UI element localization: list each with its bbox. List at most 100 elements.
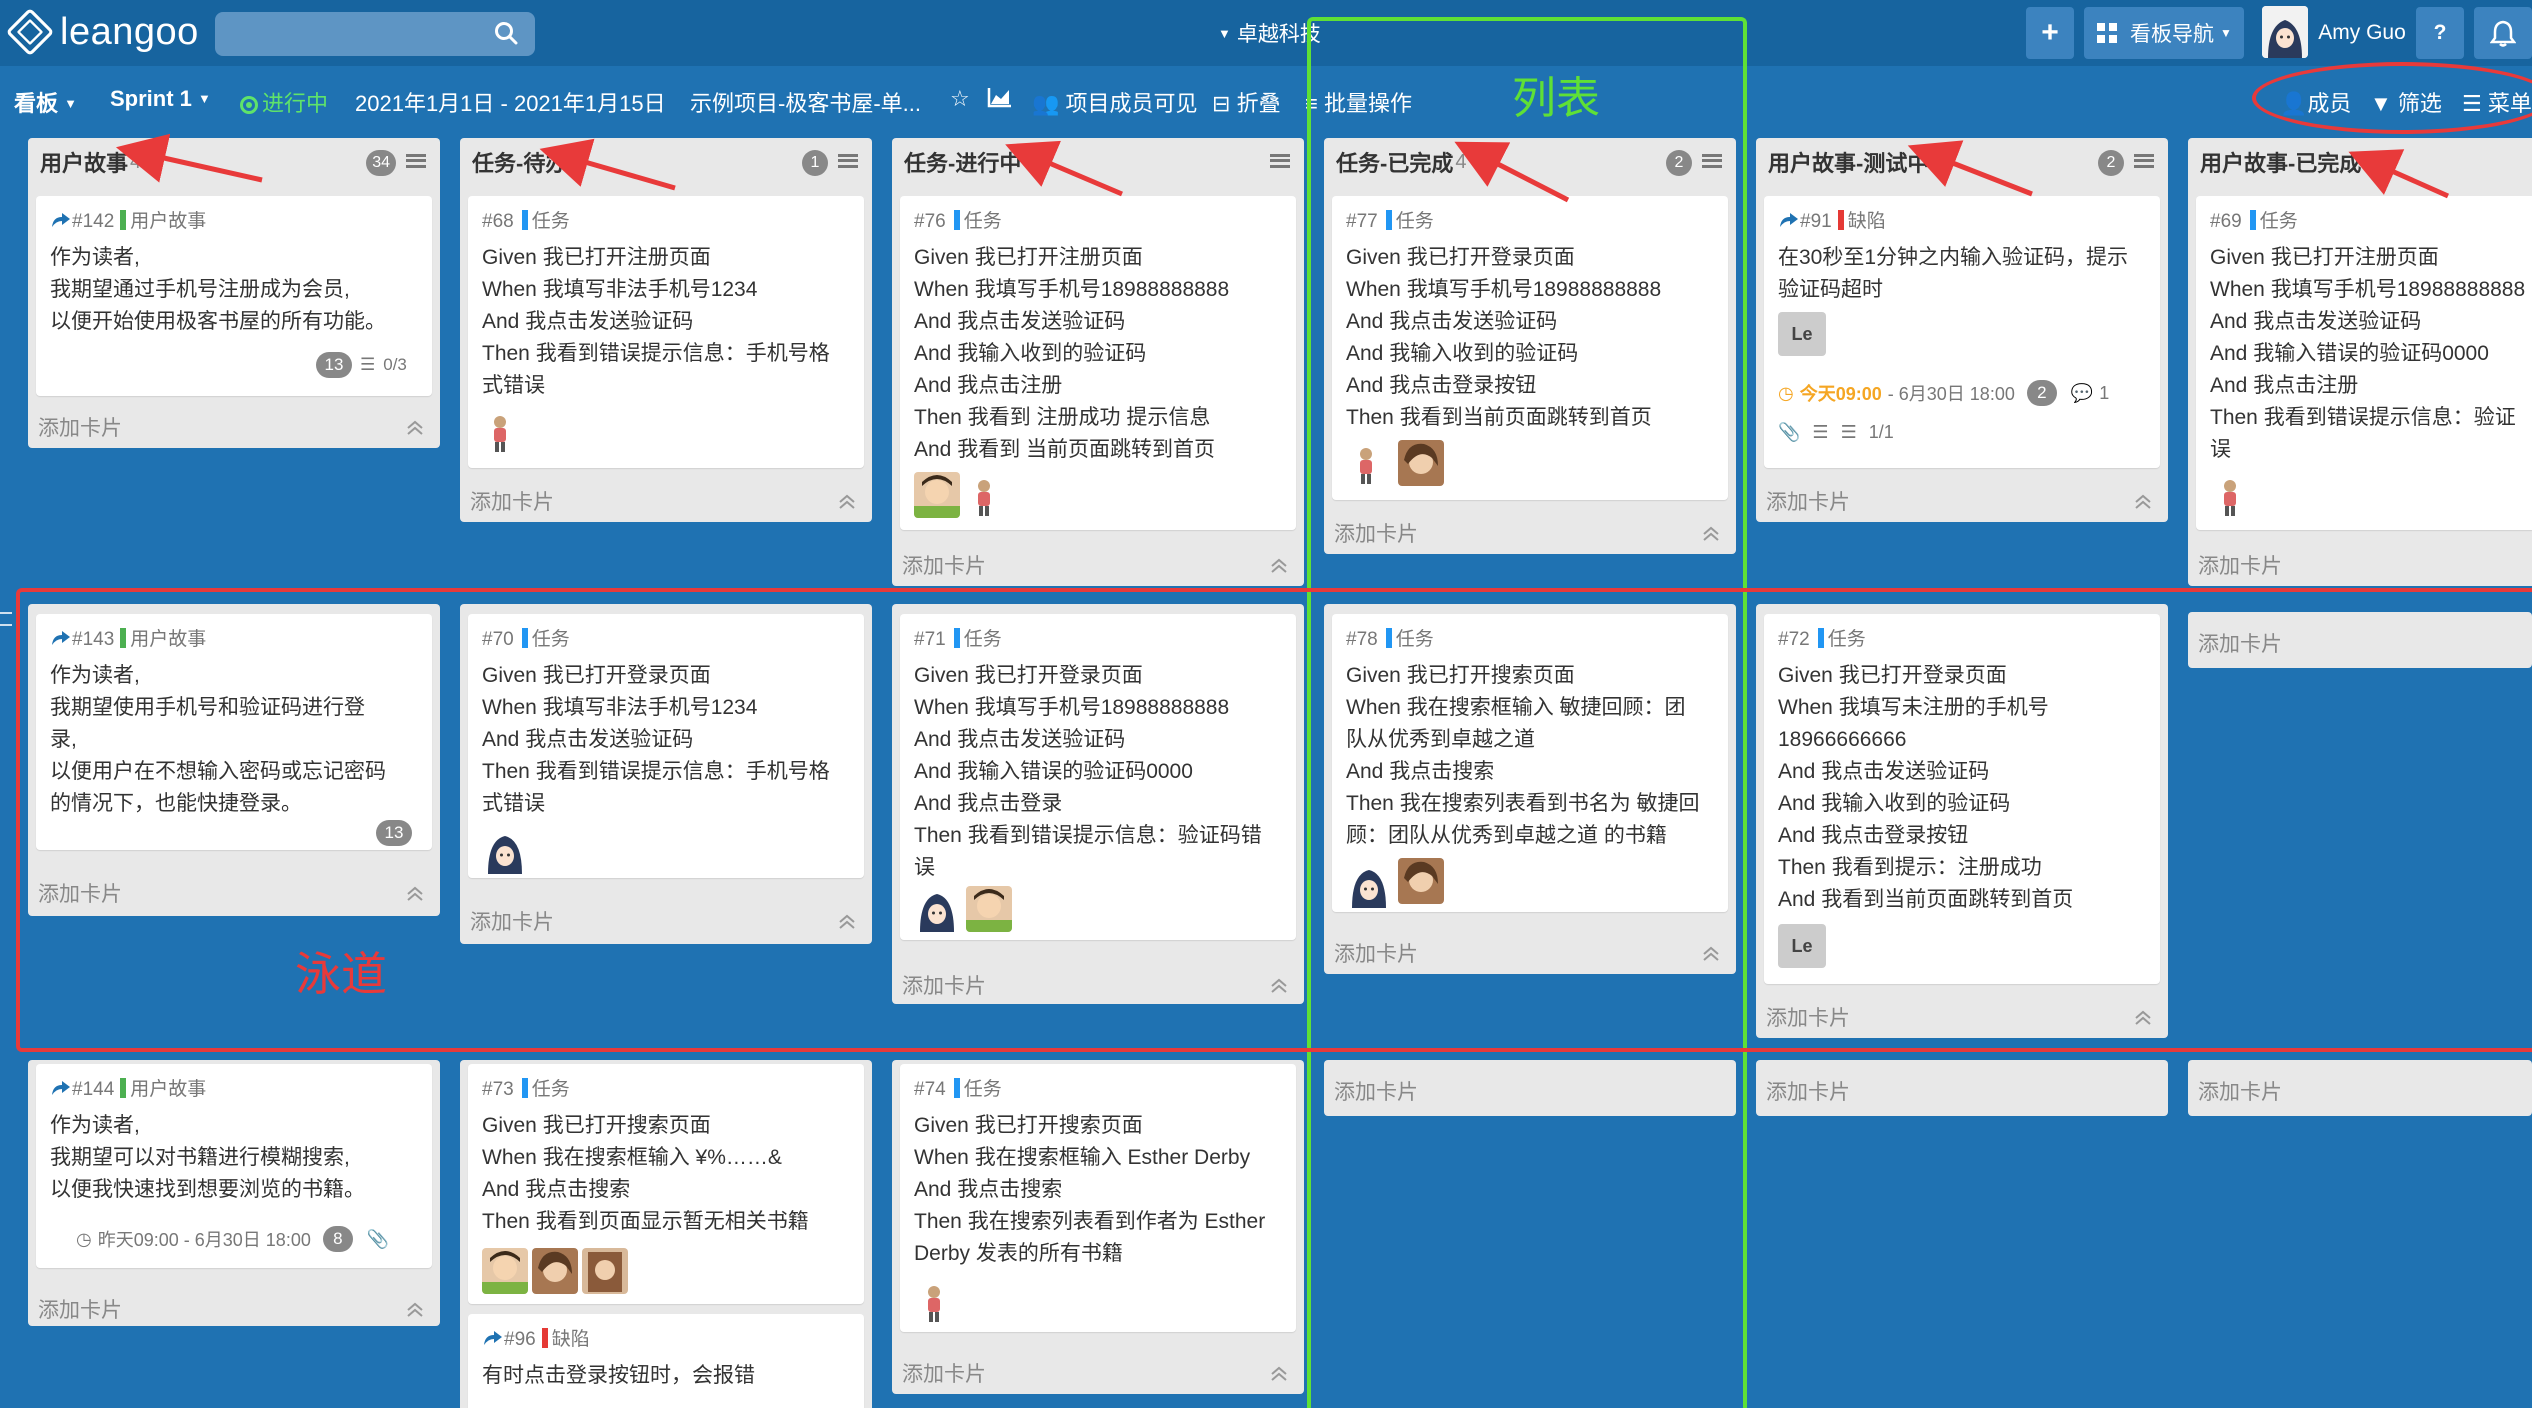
task-tag-icon <box>953 1078 960 1098</box>
card-91[interactable]: #91 缺陷 在30秒至1分钟之内输入验证码，提示 验证码超时 Le ◷ 今天09… <box>1764 196 2160 468</box>
organization-switcher[interactable]: ▼ 卓越科技 <box>1218 18 1321 48</box>
card-72[interactable]: #72 任务 Given 我已打开登录页面 When 我填写未注册的手机号 189… <box>1764 614 2160 984</box>
checklist-icon: ☰ <box>1840 422 1857 442</box>
card-96[interactable]: #96 缺陷 有时点击登录按钮时，会报错 <box>468 1314 864 1408</box>
add-button[interactable]: + <box>2026 7 2074 59</box>
batch-operation-button[interactable]: ≡ 批量操作 <box>1305 86 1412 118</box>
collapse-up-icon[interactable] <box>2132 1008 2154 1026</box>
board-switch[interactable]: 看板 ▼ <box>14 86 77 118</box>
column-header[interactable]: 用户故事-已完成 2 <box>2188 138 2532 186</box>
collapse-up-icon[interactable] <box>404 1300 426 1318</box>
avatar-photo <box>1398 858 1444 904</box>
filter-button[interactable]: ▼ 筛选 <box>2370 86 2442 118</box>
column-menu-icon[interactable] <box>838 154 858 168</box>
card-78[interactable]: #78 任务 Given 我已打开搜索页面 When 我在搜索框输入 敏捷回顾：团… <box>1332 614 1728 912</box>
task-tag-icon <box>1385 628 1392 648</box>
collapse-up-icon[interactable] <box>404 884 426 902</box>
share-arrow-icon <box>52 1081 70 1095</box>
search-icon[interactable] <box>493 20 519 46</box>
card-68[interactable]: #68 任务 Given 我已打开注册页面 When 我填写非法手机号1234 A… <box>468 196 864 468</box>
user-icon: 👤 <box>2280 91 2308 116</box>
add-card-button[interactable]: 添加卡片 <box>902 1358 986 1388</box>
collapse-up-icon[interactable] <box>1700 524 1722 542</box>
help-button[interactable]: ? <box>2416 7 2464 59</box>
avatar-photo <box>482 1248 528 1294</box>
add-card-button[interactable]: 添加卡片 <box>902 550 986 580</box>
estimate-badge: 13 <box>376 820 412 846</box>
column-header[interactable]: 用户故事-测试中 3 2 <box>1756 138 2168 186</box>
column-header[interactable]: 任务-已完成 4 2 <box>1324 138 1736 186</box>
menu-button[interactable]: ☰ 菜单 <box>2462 86 2532 118</box>
chart-icon[interactable] <box>987 86 1013 114</box>
card-70[interactable]: #70 任务 Given 我已打开登录页面 When 我填写非法手机号1234 A… <box>468 614 864 878</box>
status-dot-icon <box>240 96 258 114</box>
caret-down-icon: ▼ <box>64 96 78 111</box>
card-71[interactable]: #71 任务 Given 我已打开登录页面 When 我填写手机号18988888… <box>900 614 1296 940</box>
collapse-up-icon[interactable] <box>404 418 426 436</box>
column-menu-icon[interactable] <box>2134 154 2154 168</box>
add-card-button[interactable]: 添加卡片 <box>38 412 122 442</box>
checklist-count: 1/1 <box>1868 422 1894 442</box>
column-header[interactable]: 任务-待办 5 1 <box>460 138 872 186</box>
fold-button[interactable]: ⊟ 折叠 <box>1212 86 1281 118</box>
card-144[interactable]: #144 用户故事 作为读者, 我期望可以对书籍进行模糊搜索, 以便我快速找到想要… <box>36 1064 432 1268</box>
card-76[interactable]: #76 任务 Given 我已打开注册页面 When 我填写手机号18988888… <box>900 196 1296 530</box>
add-card-button[interactable]: 添加卡片 <box>2198 1076 2282 1106</box>
collapse-up-icon[interactable] <box>1268 1364 1290 1382</box>
add-card-button[interactable]: 添加卡片 <box>38 1294 122 1324</box>
collapse-up-icon[interactable] <box>836 912 858 930</box>
avatar-photo <box>532 1248 578 1294</box>
collapse-up-icon[interactable] <box>836 492 858 510</box>
bell-icon <box>2490 20 2516 47</box>
column-badge: 34 <box>366 150 396 176</box>
add-card-button[interactable]: 添加卡片 <box>470 486 554 516</box>
column-header[interactable]: 任务-进行中 4 <box>892 138 1304 186</box>
add-card-button[interactable]: 添加卡片 <box>1334 938 1418 968</box>
user-name[interactable]: Amy Guo <box>2308 7 2416 59</box>
collapse-up-icon[interactable] <box>2132 492 2154 510</box>
add-card-button[interactable]: 添加卡片 <box>2198 550 2282 580</box>
card-74[interactable]: #74 任务 Given 我已打开搜索页面 When 我在搜索框输入 Esther… <box>900 1064 1296 1332</box>
column-task-todo: 任务-待办 5 1 #68 任务 Given 我已打开注册页面 When 我填写非法… <box>460 138 872 522</box>
collapse-up-icon[interactable] <box>1700 944 1722 962</box>
card-69[interactable]: #69 任务 Given 我已打开注册页面 When 我填写手机号18988888… <box>2196 196 2532 530</box>
add-card-button[interactable]: 添加卡片 <box>1766 1076 1850 1106</box>
notification-button[interactable] <box>2474 7 2532 59</box>
user-avatar[interactable] <box>2262 6 2308 58</box>
board-toolbar: 看板 ▼ Sprint 1 ▼ 进行中 2021年1月1日 - 2021年1月1… <box>0 66 2532 136</box>
board-navigation-button[interactable]: 看板导航 ▼ <box>2084 7 2244 59</box>
share-arrow-icon <box>52 631 70 645</box>
add-card-button[interactable]: 添加卡片 <box>1766 1002 1850 1032</box>
add-card-button[interactable]: 添加卡片 <box>1334 1076 1418 1106</box>
checklist-count: 0/3 <box>383 355 407 374</box>
add-card-button[interactable]: 添加卡片 <box>2198 628 2282 658</box>
add-card-button[interactable]: 添加卡片 <box>470 906 554 936</box>
card-73[interactable]: #73 任务 Given 我已打开搜索页面 When 我在搜索框输入 ¥%……& … <box>468 1064 864 1304</box>
members-button[interactable]: 👤成员 <box>2280 86 2351 118</box>
collapse-up-icon[interactable] <box>1268 976 1290 994</box>
bug-tag-icon <box>1837 210 1844 230</box>
project-name[interactable]: 示例项目-极客书屋-单... <box>690 86 921 118</box>
column-header[interactable]: 用户故事 4 34 <box>28 138 440 186</box>
column-menu-icon[interactable] <box>1270 154 1290 168</box>
add-card-button[interactable]: 添加卡片 <box>1766 486 1850 516</box>
avatar-figure-icon <box>494 416 506 452</box>
add-card-button[interactable]: 添加卡片 <box>1334 518 1418 548</box>
avatar-icon <box>2262 6 2308 58</box>
add-card-button[interactable]: 添加卡片 <box>902 970 986 1000</box>
card-77[interactable]: #77 任务 Given 我已打开登录页面 When 我填写手机号18988888… <box>1332 196 1728 500</box>
search-input[interactable] <box>215 12 535 56</box>
add-card-button[interactable]: 添加卡片 <box>38 878 122 908</box>
swimlane-handle-icon[interactable] <box>0 612 12 626</box>
sprint-switch[interactable]: Sprint 1 ▼ <box>110 86 211 112</box>
column-menu-icon[interactable] <box>1702 154 1722 168</box>
logo[interactable]: leangoo <box>5 7 199 57</box>
fold-icon: ⊟ <box>1212 91 1231 116</box>
card-143[interactable]: #143 用户故事 作为读者, 我期望使用手机号和验证码进行登 录, 以便用户在不… <box>36 614 432 850</box>
column-menu-icon[interactable] <box>406 154 426 168</box>
avatar-photo <box>582 1248 628 1294</box>
star-icon[interactable]: ☆ <box>950 86 970 112</box>
member-visibility[interactable]: 👥 项目成员可见 <box>1032 86 1198 118</box>
collapse-up-icon[interactable] <box>1268 556 1290 574</box>
card-142[interactable]: #142 用户故事 作为读者, 我期望通过手机号注册成为会员, 以便开始使用极客书… <box>36 196 432 396</box>
